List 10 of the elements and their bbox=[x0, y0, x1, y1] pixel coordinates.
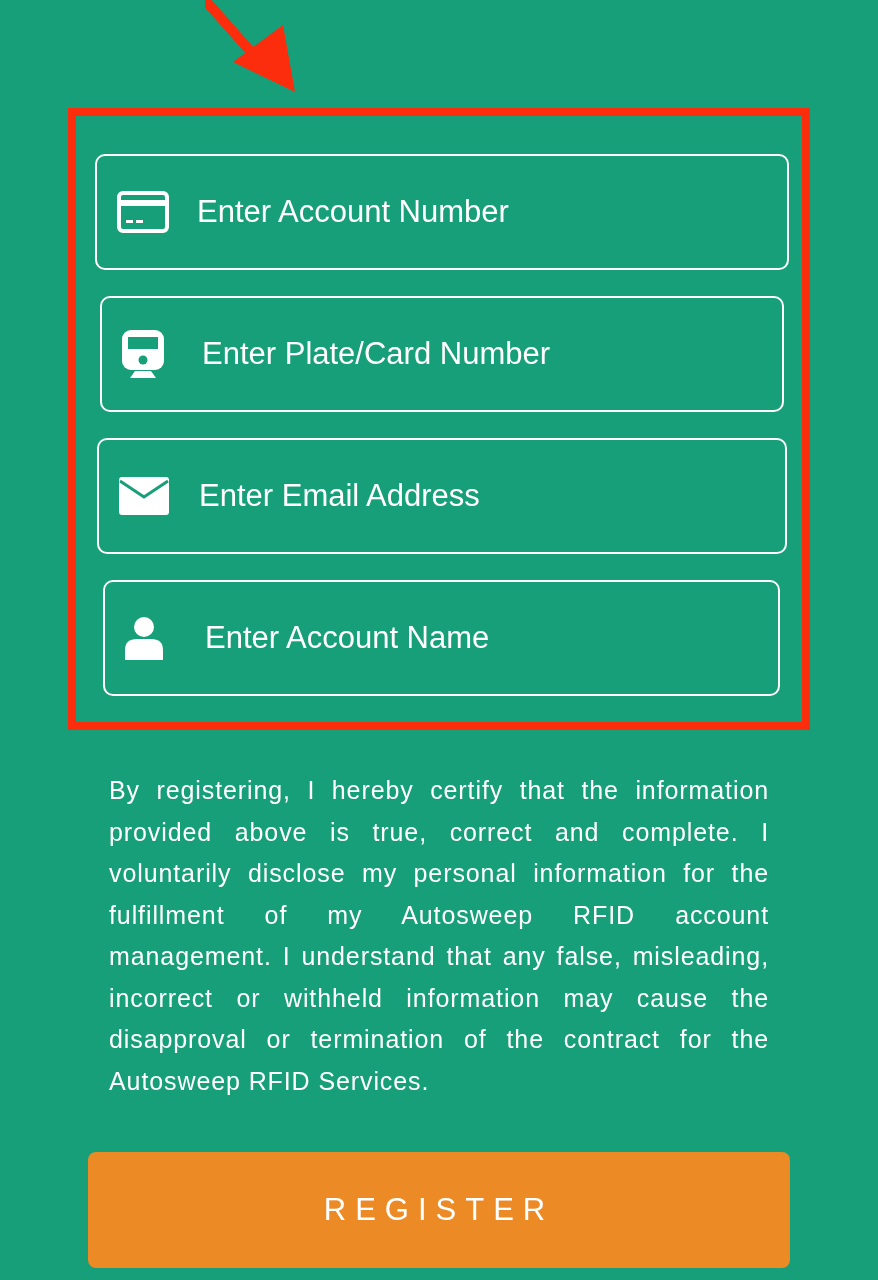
register-button[interactable]: REGISTER bbox=[88, 1152, 790, 1268]
envelope-icon bbox=[119, 477, 169, 515]
person-icon bbox=[125, 616, 163, 660]
credit-card-icon bbox=[117, 191, 169, 233]
input-field[interactable]: Enter Account Name bbox=[103, 580, 780, 696]
disclaimer-text: By registering, I hereby certify that the information provided above is true, correct and complete. I voluntarily disclose my personal information for the fulfillment of my Autosweep RFID account management. I understand that any false, misleading, incorrect or withheld information may cause the disapproval or termination of the contract for the Autosweep RFID Services. bbox=[109, 775, 769, 1097]
input-field[interactable]: Enter Plate/Card Number bbox=[100, 296, 784, 412]
input-field[interactable]: Enter Account Number bbox=[95, 154, 789, 270]
input-field[interactable]: Enter Email Address bbox=[97, 438, 787, 554]
train-icon bbox=[122, 330, 164, 378]
